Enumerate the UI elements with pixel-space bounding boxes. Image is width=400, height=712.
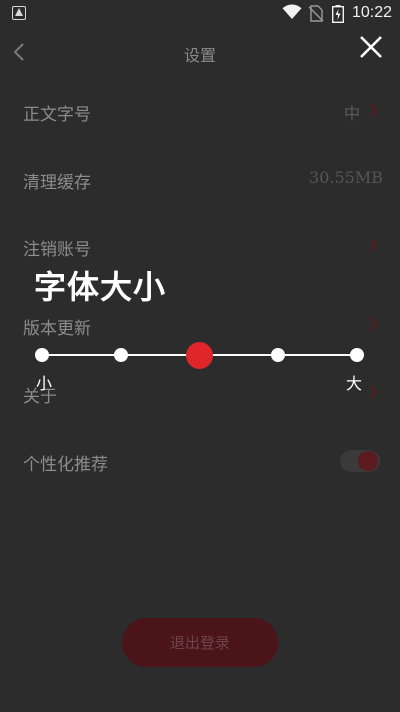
slider-max-label: 大 [346, 374, 363, 393]
settings-item-label: 注销账号 [23, 240, 91, 260]
settings-item-personalized-recommendation: 个性化推荐 [0, 442, 400, 482]
no-sim-icon [308, 5, 324, 22]
wifi-icon [282, 4, 302, 20]
toggle-knob [358, 451, 378, 471]
logout-button[interactable]: 退出登录 [122, 618, 278, 667]
settings-item-label: 个性化推荐 [23, 455, 108, 475]
battery-icon [332, 5, 344, 23]
chevron-right-icon [370, 103, 378, 117]
slider-stop[interactable] [271, 348, 286, 362]
close-icon[interactable] [358, 34, 384, 60]
cache-size-value: 30.55MB [309, 168, 383, 187]
status-bar: 10:22 [0, 0, 400, 28]
slider-stop[interactable] [35, 348, 49, 362]
settings-item-delete-account[interactable]: 注销账号 [0, 227, 400, 267]
chevron-right-icon [370, 317, 378, 331]
settings-item-clear-cache[interactable]: 清理缓存 30.55MB [0, 160, 400, 200]
top-bar: 设置 [0, 28, 400, 76]
settings-item-label: 清理缓存 [23, 173, 91, 193]
settings-screen: 10:22 设置 正文字号 中 清理缓存 30.55MB 注销账号 版本更新 关… [0, 0, 400, 712]
slider-min-label: 小 [36, 374, 53, 393]
chevron-right-icon [370, 238, 378, 252]
personalized-recommendation-toggle[interactable] [340, 450, 380, 472]
slider-stop[interactable] [113, 348, 128, 362]
status-time: 10:22 [352, 4, 393, 21]
slider-thumb[interactable] [186, 341, 213, 369]
page-title: 设置 [183, 46, 216, 65]
slider-stop[interactable] [350, 348, 364, 362]
settings-item-label: 正文字号 [23, 105, 91, 125]
font-size-slider[interactable]: 小 大 [0, 330, 400, 400]
settings-item-font-size[interactable]: 正文字号 中 [0, 92, 400, 132]
settings-item-value: 中 [343, 104, 360, 123]
notification-icon [12, 6, 26, 20]
font-size-overlay-title: 字体大小 [34, 268, 167, 306]
